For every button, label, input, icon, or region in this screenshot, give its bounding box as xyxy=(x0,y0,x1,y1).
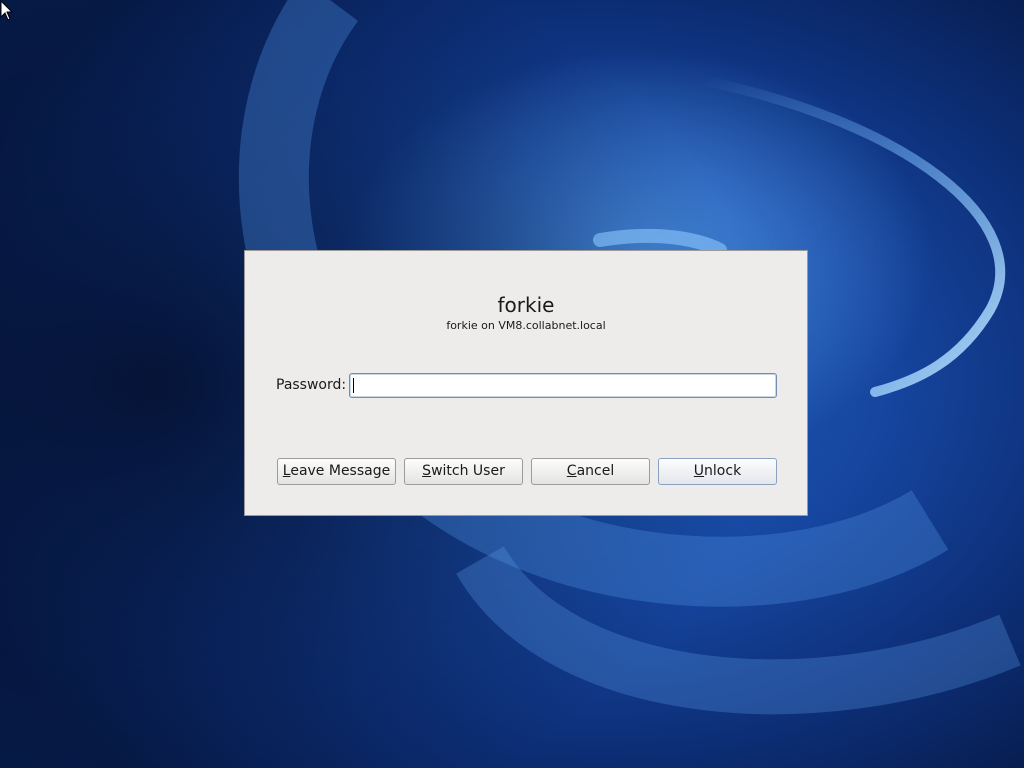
unlock-button[interactable]: Unlock xyxy=(658,458,777,485)
user-host: forkie on VM8.collabnet.local xyxy=(446,319,606,332)
unlock-label: nlock xyxy=(704,463,742,479)
user-name: forkie xyxy=(497,293,555,317)
unlock-mnemonic: U xyxy=(693,463,705,479)
switch-user-mnemonic: S xyxy=(422,463,432,479)
cancel-mnemonic: C xyxy=(566,463,577,479)
switch-user-button[interactable]: Switch User xyxy=(404,458,523,485)
cancel-button[interactable]: Cancel xyxy=(531,458,650,485)
leave-message-button[interactable]: Leave Message xyxy=(277,458,396,485)
switch-user-label: witch User xyxy=(431,463,505,479)
cancel-label: ancel xyxy=(576,463,615,479)
password-label: Password: xyxy=(276,377,347,393)
lock-dialog: forkie forkie on VM8.collabnet.local Pas… xyxy=(244,250,808,516)
text-caret xyxy=(353,378,354,393)
password-input[interactable] xyxy=(349,373,777,398)
leave-message-label: eave Message xyxy=(290,463,391,479)
arrow-cursor-icon xyxy=(0,0,14,21)
